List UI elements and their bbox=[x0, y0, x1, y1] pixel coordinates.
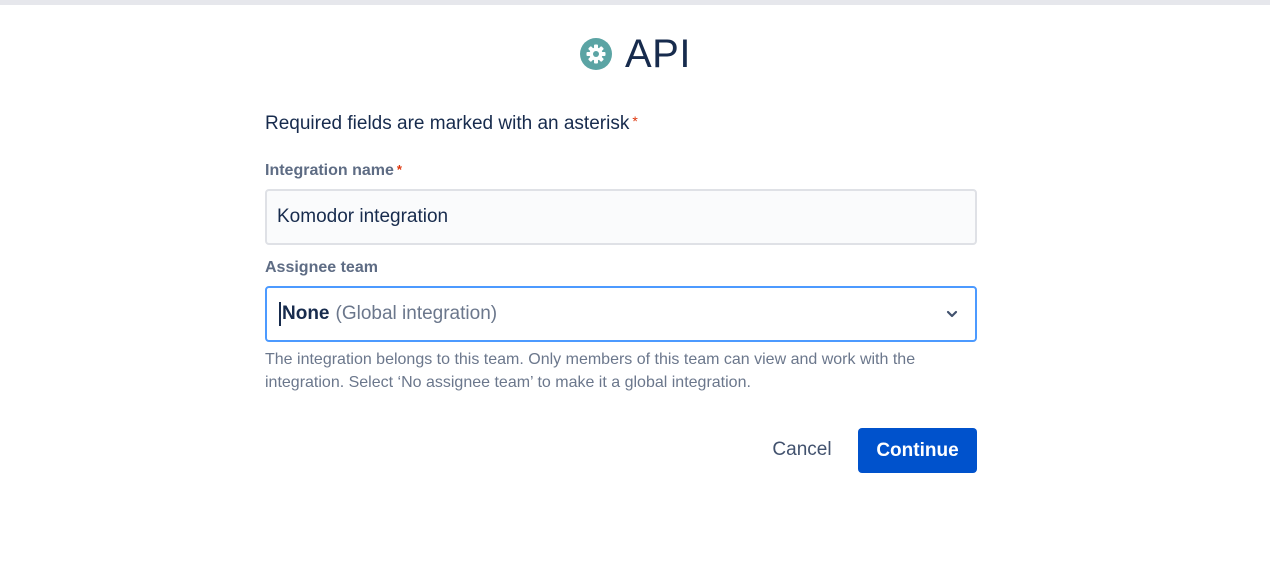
continue-button[interactable]: Continue bbox=[858, 428, 977, 473]
assignee-team-selected-hint: (Global integration) bbox=[335, 303, 498, 324]
text-cursor bbox=[279, 302, 281, 326]
page-header: API bbox=[0, 30, 1270, 78]
assignee-team-select[interactable]: None (Global integration) bbox=[265, 286, 977, 342]
assignee-team-label: Assignee team bbox=[265, 259, 378, 276]
top-bar bbox=[0, 0, 1270, 5]
assignee-team-help-text: The integration belongs to this team. On… bbox=[265, 351, 916, 391]
assignee-team-selected-value: None bbox=[282, 303, 330, 324]
integration-name-input[interactable] bbox=[265, 189, 977, 245]
required-asterisk: * bbox=[632, 113, 638, 129]
cancel-button[interactable]: Cancel bbox=[758, 428, 846, 472]
integration-name-label: Integration name * bbox=[265, 162, 402, 180]
required-fields-note: Required fields are marked with an aster… bbox=[265, 113, 638, 135]
required-note-text: Required fields are marked with an aster… bbox=[265, 113, 630, 134]
page-title: API bbox=[625, 32, 691, 76]
gear-icon bbox=[579, 37, 613, 71]
required-asterisk: * bbox=[396, 162, 402, 177]
chevron-down-icon[interactable] bbox=[941, 303, 963, 325]
integration-name-label-text: Integration name bbox=[265, 162, 394, 179]
